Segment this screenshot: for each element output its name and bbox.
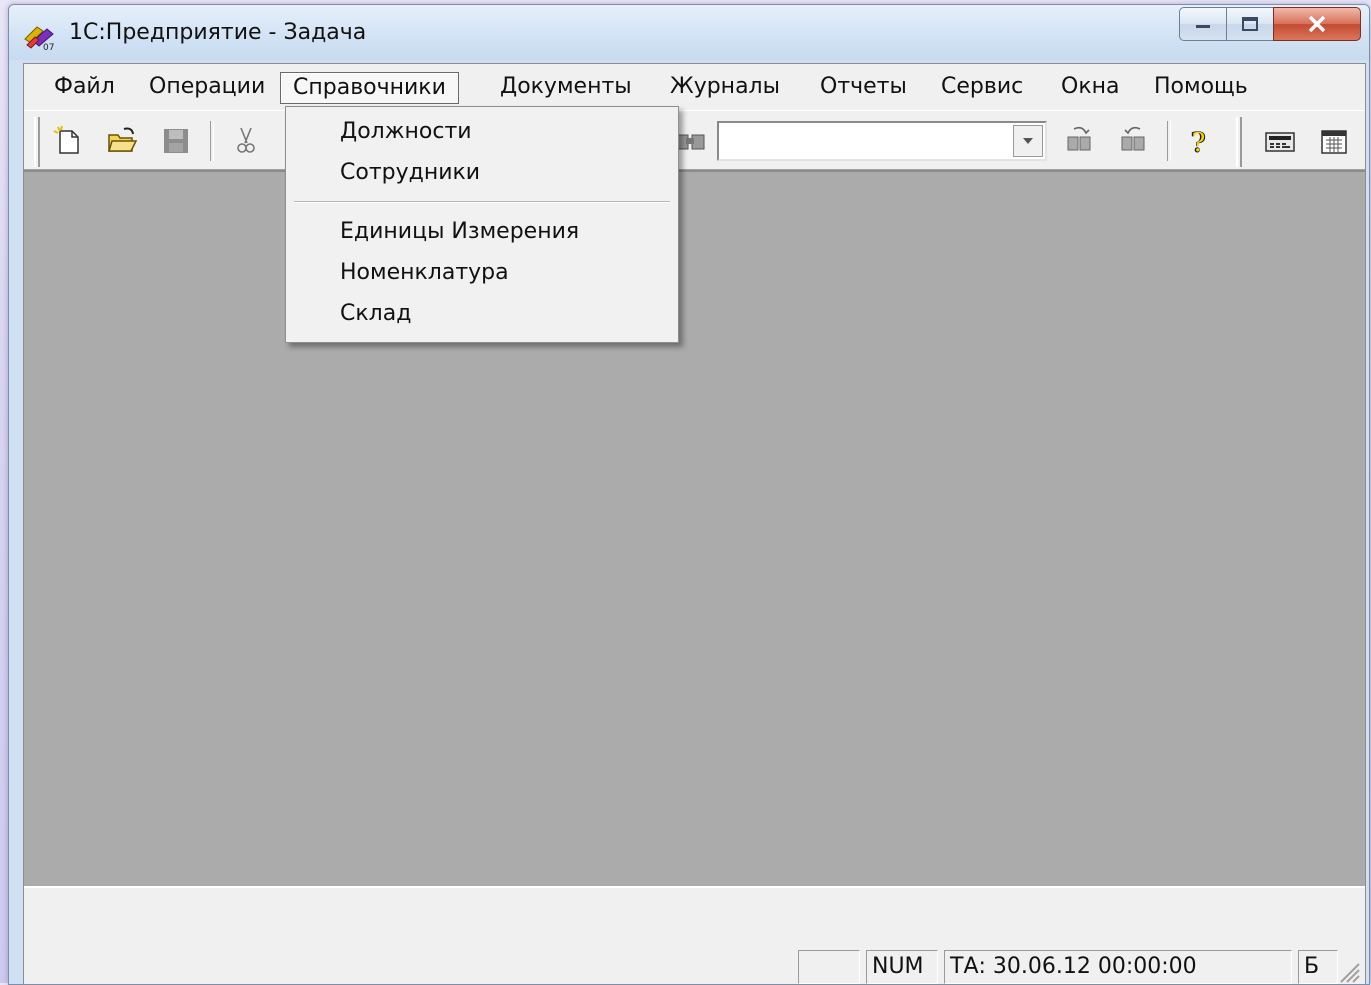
message-bar — [24, 886, 1365, 945]
save-disk-icon[interactable] — [160, 125, 192, 157]
menu-item-employees[interactable]: Сотрудники — [340, 154, 480, 192]
help-icon[interactable]: ? ? — [1182, 125, 1214, 157]
menu-service[interactable]: Сервис — [929, 72, 1035, 104]
new-document-icon[interactable] — [52, 125, 84, 157]
status-lang: Б — [1298, 950, 1338, 984]
status-bar: NUM ТА: 30.06.12 00:00:00 Б — [24, 944, 1365, 984]
minimize-button[interactable] — [1179, 7, 1227, 41]
cut-scissors-icon[interactable] — [230, 125, 262, 157]
status-ta-datetime: ТА: 30.06.12 00:00:00 — [944, 950, 1292, 984]
app-logo-icon: 07 — [24, 26, 54, 51]
toolbar-grip[interactable] — [34, 117, 40, 167]
calculator-icon[interactable] — [1264, 125, 1296, 157]
svg-text:?: ? — [1192, 128, 1206, 157]
menu-item-units[interactable]: Единицы Измерения — [340, 213, 579, 251]
close-button[interactable] — [1273, 7, 1361, 41]
menu-file[interactable]: Файл — [42, 72, 127, 104]
toolbar-separator — [1167, 121, 1171, 161]
window-title: 1С:Предприятие - Задача — [69, 20, 367, 45]
menu-windows[interactable]: Окна — [1049, 72, 1131, 104]
restore-button[interactable] — [1226, 7, 1274, 41]
menu-help[interactable]: Помощь — [1142, 72, 1260, 104]
find-next-icon[interactable] — [1064, 125, 1096, 157]
svg-text:07: 07 — [43, 43, 54, 51]
open-folder-icon[interactable] — [106, 125, 138, 157]
toolbar-grip[interactable] — [1236, 117, 1242, 167]
app-window: 07 1С:Предприятие - Задача Файл Операции… — [8, 4, 1370, 985]
toolbar: ? ? — [24, 110, 1365, 170]
calendar-icon[interactable] — [1318, 125, 1350, 157]
menu-reports[interactable]: Отчеты — [808, 72, 919, 104]
close-icon — [1308, 15, 1326, 33]
menu-separator — [294, 201, 670, 203]
menu-item-nomenclature[interactable]: Номенклатура — [340, 254, 509, 292]
status-num: NUM — [866, 950, 938, 984]
status-panel-empty — [798, 950, 860, 984]
menu-item-warehouse[interactable]: Склад — [340, 295, 411, 333]
find-previous-icon[interactable] — [1118, 125, 1150, 157]
toolbar-separator — [210, 121, 214, 161]
menu-journals[interactable]: Журналы — [658, 72, 792, 104]
combo-dropdown-button[interactable] — [1013, 125, 1043, 157]
chevron-down-icon — [1023, 138, 1033, 144]
client-area: Файл Операции Справочники Документы Журн… — [23, 63, 1366, 984]
search-combo[interactable] — [717, 121, 1047, 161]
minimize-icon — [1196, 25, 1210, 28]
menu-operations[interactable]: Операции — [137, 72, 277, 104]
menu-bar: Файл Операции Справочники Документы Журн… — [24, 64, 1365, 108]
catalogs-dropdown-menu: Должности Сотрудники Единицы Измерения Н… — [285, 106, 679, 343]
menu-catalogs[interactable]: Справочники — [280, 72, 459, 104]
resize-grip-icon[interactable] — [1335, 958, 1361, 984]
menu-documents[interactable]: Документы — [488, 72, 644, 104]
mdi-workspace[interactable] — [24, 170, 1365, 886]
title-bar[interactable]: 07 1С:Предприятие - Задача — [9, 5, 1369, 60]
restore-icon — [1242, 17, 1258, 31]
caption-buttons — [1179, 7, 1361, 43]
menu-item-positions[interactable]: Должности — [340, 113, 472, 151]
